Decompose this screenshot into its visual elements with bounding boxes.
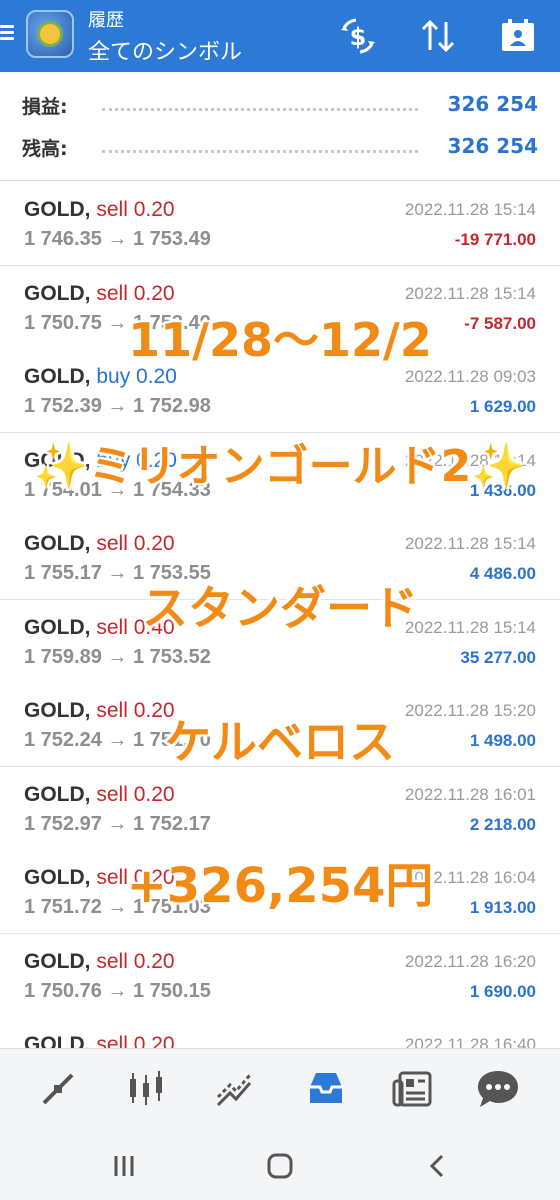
- overlay-broker: ケルベロス: [165, 715, 395, 769]
- metatrader-logo[interactable]: [26, 10, 74, 58]
- balance-row: 残高: 326 254: [22, 134, 538, 164]
- recent-apps-icon[interactable]: [104, 1146, 144, 1186]
- trade-time: 2022.11.28 15:14: [404, 534, 536, 553]
- trade-symbol: GOLD, sell 0.20: [24, 950, 175, 974]
- trade-profit: 1 629.00: [469, 397, 536, 416]
- trade-icon[interactable]: [210, 1065, 258, 1113]
- trade-time: 2022.11.28 15:14: [404, 283, 536, 303]
- news-icon[interactable]: [390, 1065, 438, 1113]
- trade-row[interactable]: GOLD, sell 0.20 1 752.97 → 1 752.17 2022.1…: [0, 766, 560, 851]
- trade-row[interactable]: GOLD, sell 0.20 1 746.35 → 1 753.49 2022.1…: [0, 182, 560, 266]
- app-header: 履歴 全てのシンボル $: [0, 0, 560, 72]
- home-icon[interactable]: [260, 1146, 300, 1186]
- trade-side: sell 0.20: [96, 532, 175, 555]
- quotes-icon[interactable]: [34, 1065, 82, 1113]
- profit-label: 損益:: [22, 96, 68, 118]
- trade-time: 2022.11.28 15:14: [404, 200, 536, 219]
- trade-prices: 1 750.76 → 1 750.15: [24, 979, 211, 1002]
- bottom-navigation: [0, 1048, 560, 1128]
- profit-value: 326 254: [447, 92, 538, 116]
- overlay-plan: スタンダード: [142, 581, 418, 635]
- trade-symbol: GOLD, sell 0.20: [24, 282, 175, 306]
- balance-value: 326 254: [447, 134, 538, 158]
- trade-profit: 35 277.00: [460, 647, 536, 667]
- menu-icon[interactable]: [0, 22, 16, 48]
- system-navigation-bar: [0, 1128, 560, 1200]
- trade-symbol: GOLD, sell 0.20: [24, 783, 175, 807]
- symbol-name: GOLD,: [24, 782, 91, 806]
- trade-side: sell 0.20: [96, 198, 175, 221]
- deposit-withdraw-icon[interactable]: $: [336, 14, 380, 58]
- symbol-name: GOLD,: [24, 281, 91, 305]
- trade-symbol: GOLD, sell 0.20: [24, 532, 175, 556]
- back-icon[interactable]: [418, 1146, 458, 1186]
- trade-profit: 1 690.00: [469, 981, 536, 1001]
- calendar-icon[interactable]: [496, 14, 540, 58]
- trade-time: 2022.11.28 09:03: [404, 367, 536, 386]
- trade-time: 2022.11.28 16:20: [404, 951, 536, 971]
- profit-row: 損益: 326 254: [22, 92, 538, 122]
- overlay-product-text: ミリオンゴールド2: [88, 441, 472, 492]
- chat-icon[interactable]: [474, 1065, 522, 1113]
- trade-profit: 2 218.00: [469, 814, 536, 834]
- trade-row[interactable]: GOLD, sell 0.20 1 750.76 → 1 750.15 2022.1…: [0, 933, 560, 1018]
- chart-icon[interactable]: [122, 1065, 170, 1113]
- overlay-date-range: 11/28〜12/2: [128, 313, 432, 367]
- trade-prices: 1 746.35 → 1 753.49: [24, 228, 211, 250]
- dotted-leader: [102, 108, 418, 111]
- symbol-name: GOLD,: [24, 949, 91, 973]
- trade-side: sell 0.20: [96, 782, 175, 806]
- sort-icon[interactable]: [416, 14, 460, 58]
- page-title: 履歴: [88, 10, 124, 31]
- account-summary: 損益: 326 254 残高: 326 254: [0, 72, 560, 180]
- overlay-total-profit: +326,254円: [126, 858, 434, 914]
- sparkle-icon: ✨: [471, 441, 527, 492]
- trade-prices: 1 759.89 → 1 753.52: [24, 645, 211, 668]
- trade-profit: -19 771.00: [454, 230, 536, 249]
- balance-label: 残高:: [22, 138, 68, 160]
- svg-text:$: $: [350, 23, 367, 51]
- trade-symbol: GOLD, sell 0.20: [24, 198, 175, 222]
- symbol-name: GOLD,: [24, 532, 91, 555]
- history-icon[interactable]: [302, 1065, 350, 1113]
- symbol-filter[interactable]: 全てのシンボル: [88, 34, 242, 66]
- divider: [0, 180, 560, 181]
- trade-prices: 1 752.97 → 1 752.17: [24, 812, 211, 835]
- trade-time: 2022.11.28 16:01: [404, 784, 536, 804]
- symbol-name: GOLD,: [24, 198, 91, 221]
- sparkle-icon: ✨: [33, 441, 89, 492]
- overlay-product-name: ✨ミリオンゴールド2✨: [0, 430, 560, 494]
- trade-side: sell 0.20: [96, 281, 175, 305]
- dotted-leader: [102, 150, 418, 153]
- trade-side: sell 0.20: [96, 949, 175, 973]
- trade-prices: 1 752.39 → 1 752.98: [24, 395, 211, 417]
